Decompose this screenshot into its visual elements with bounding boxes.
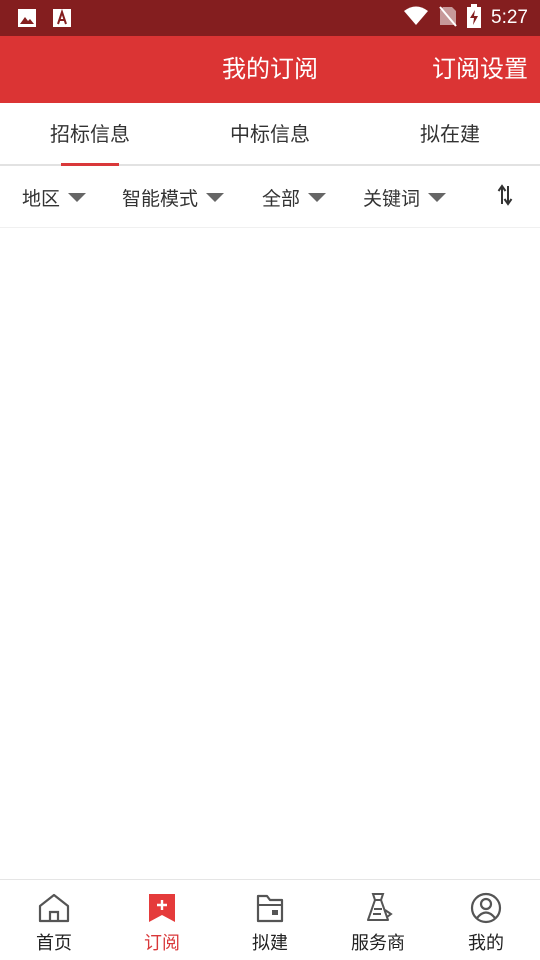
- filter-smart-mode[interactable]: 智能模式: [122, 166, 225, 228]
- filter-keyword[interactable]: 关键词: [363, 166, 447, 228]
- nav-label: 服务商: [351, 933, 405, 954]
- filter-region[interactable]: 地区: [22, 166, 87, 228]
- image-icon: [17, 8, 37, 32]
- filter-label: 智能模式: [122, 187, 199, 210]
- bottom-nav: 首页 订阅 拟建 服务商 我的: [0, 879, 540, 960]
- subscription-settings-button[interactable]: 订阅设置: [432, 36, 528, 103]
- nav-label: 订阅: [144, 933, 180, 954]
- filter-all[interactable]: 全部: [262, 166, 327, 228]
- folder-icon: [253, 891, 287, 925]
- caret-down-icon: [308, 192, 327, 202]
- tab-bidding-info[interactable]: 招标信息: [0, 103, 180, 166]
- wifi-icon: [403, 6, 429, 30]
- nav-label: 我的: [468, 933, 504, 954]
- caret-down-icon: [428, 192, 447, 202]
- subscribe-icon: [145, 891, 179, 925]
- app-header: 我的订阅 订阅设置: [0, 36, 540, 103]
- tab-proposed-projects[interactable]: 拟在建: [360, 103, 540, 164]
- caret-down-icon: [206, 192, 225, 202]
- sort-button[interactable]: [492, 166, 518, 228]
- filter-label: 地区: [22, 187, 61, 210]
- profile-icon: [469, 891, 503, 925]
- subscription-list[interactable]: [0, 229, 540, 879]
- tab-label: 招标信息: [50, 122, 130, 146]
- filter-label: 关键词: [363, 187, 421, 210]
- nav-profile[interactable]: 我的: [432, 880, 540, 960]
- nav-subscribe[interactable]: 订阅: [108, 880, 216, 960]
- sort-icon: [497, 184, 513, 210]
- nav-label: 首页: [36, 933, 72, 954]
- tab-bar: 招标信息 中标信息 拟在建: [0, 103, 540, 166]
- home-icon: [37, 891, 71, 925]
- caret-down-icon: [68, 192, 87, 202]
- tab-award-info[interactable]: 中标信息: [180, 103, 360, 164]
- status-bar: 5:27: [0, 0, 540, 36]
- battery-charging-icon: [467, 4, 482, 32]
- nav-home[interactable]: 首页: [0, 880, 108, 960]
- nav-proposed[interactable]: 拟建: [216, 880, 324, 960]
- filter-label: 全部: [262, 187, 301, 210]
- font-icon: [53, 8, 71, 32]
- no-sim-icon: [439, 5, 457, 31]
- tab-label: 拟在建: [420, 122, 480, 146]
- nav-service-providers[interactable]: 服务商: [324, 880, 432, 960]
- clock: 5:27: [491, 7, 528, 28]
- filter-bar: 地区 智能模式 全部 关键词: [0, 166, 540, 228]
- service-provider-icon: [361, 891, 395, 925]
- notification-icons: [17, 8, 71, 32]
- nav-label: 拟建: [252, 933, 288, 954]
- tab-label: 中标信息: [230, 122, 310, 146]
